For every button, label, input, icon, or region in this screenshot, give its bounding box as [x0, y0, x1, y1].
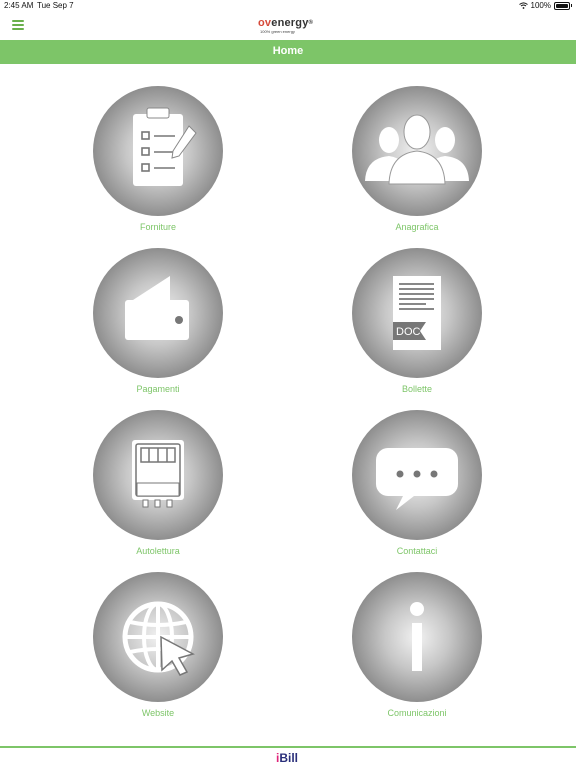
hamburger-icon[interactable] — [12, 20, 24, 31]
tile-circle[interactable] — [93, 86, 223, 216]
tile-forniture[interactable]: Forniture — [78, 86, 238, 232]
ibill-logo: iBill — [276, 751, 298, 765]
tile-bollette[interactable]: DOC Bollette — [337, 248, 497, 394]
document-icon: DOC — [393, 276, 441, 350]
info-icon — [410, 602, 424, 671]
tile-website[interactable]: Website — [78, 572, 238, 718]
logo-suffix: energy — [271, 17, 309, 29]
tile-label: Website — [141, 708, 175, 718]
logo-tagline: 100% green energy — [260, 29, 295, 34]
tile-label: Anagrafica — [395, 222, 439, 232]
title-bar: Home — [0, 40, 576, 64]
tile-circle[interactable] — [352, 86, 482, 216]
status-bar: 2:45 AM Tue Sep 7 100% — [0, 0, 576, 12]
status-time: 2:45 AM — [4, 1, 34, 10]
tile-label: Contattaci — [396, 546, 438, 556]
doc-label: DOC — [396, 326, 421, 338]
status-right: 100% — [518, 1, 572, 10]
tile-label: Forniture — [139, 222, 176, 232]
meter-icon — [132, 440, 184, 508]
ovenergy-logo: ovenergy® 100% green energy — [258, 17, 320, 39]
battery-percent: 100% — [530, 1, 551, 10]
clipboard-checklist-icon — [133, 107, 197, 186]
tile-contattaci[interactable]: Contattaci — [337, 410, 497, 556]
tile-label: Pagamenti — [136, 384, 180, 394]
footer-divider — [0, 746, 576, 748]
battery-tip — [571, 4, 572, 7]
wifi-icon — [518, 2, 528, 9]
tile-circle[interactable] — [352, 572, 482, 702]
tile-circle[interactable]: DOC — [352, 248, 482, 378]
tile-circle[interactable] — [93, 248, 223, 378]
tile-label: Comunicazioni — [387, 708, 447, 718]
tile-circle[interactable] — [93, 572, 223, 702]
tile-anagrafica[interactable]: Anagrafica — [337, 86, 497, 232]
top-bar: ovenergy® 100% green energy — [0, 12, 576, 40]
people-group-icon — [365, 114, 469, 185]
page-title: Home — [272, 45, 304, 57]
tile-circle[interactable] — [93, 410, 223, 540]
logo-mark: ® — [308, 20, 314, 26]
tile-comunicazioni[interactable]: Comunicazioni — [337, 572, 497, 718]
logo-prefix: ov — [258, 17, 272, 29]
globe-cursor-icon — [122, 601, 195, 676]
tile-label: Autolettura — [136, 546, 180, 556]
tile-label: Bollette — [401, 384, 433, 394]
battery-icon — [554, 1, 570, 10]
wallet-icon — [125, 276, 189, 340]
chat-bubble-icon — [376, 448, 458, 510]
tile-pagamenti[interactable]: Pagamenti — [78, 248, 238, 394]
tile-autolettura[interactable]: Autolettura — [78, 410, 238, 556]
tile-circle[interactable] — [352, 410, 482, 540]
footer-logo-suffix: Bill — [279, 751, 299, 765]
status-date: Tue Sep 7 — [37, 1, 74, 10]
